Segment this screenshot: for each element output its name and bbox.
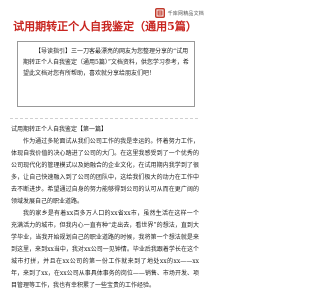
article-paragraph: 作为通过多轮面试从我们公司工作的我是幸运的。怀着努力工作，体现自我价值的决心踏进… xyxy=(11,138,199,205)
document-title: 试用期转正个人自我鉴定（通用5篇） xyxy=(13,20,197,33)
section-divider xyxy=(10,118,198,119)
site-logo-text: 千库网精品文档 xyxy=(167,10,204,17)
guide-box: 【导读指引】三一刀客最漂亮的网友为您整理分享的“试用期转正个人自我鉴定（通用5篇… xyxy=(17,41,195,107)
logo-icon xyxy=(154,8,165,18)
article-heading: 试用期转正个人自我鉴定【第一篇】 xyxy=(11,126,108,133)
article-body: 试用期转正个人自我鉴定【第一篇】 作为通过多轮面试从我们公司工作的我是幸运的。怀… xyxy=(11,124,199,292)
article-paragraph: 我的家乡是有着xx百多万人口的xx省xx市，虽然生活在这样一个充满活力的城市，但… xyxy=(11,210,199,289)
site-logo: 千库网精品文档 xyxy=(118,7,204,19)
